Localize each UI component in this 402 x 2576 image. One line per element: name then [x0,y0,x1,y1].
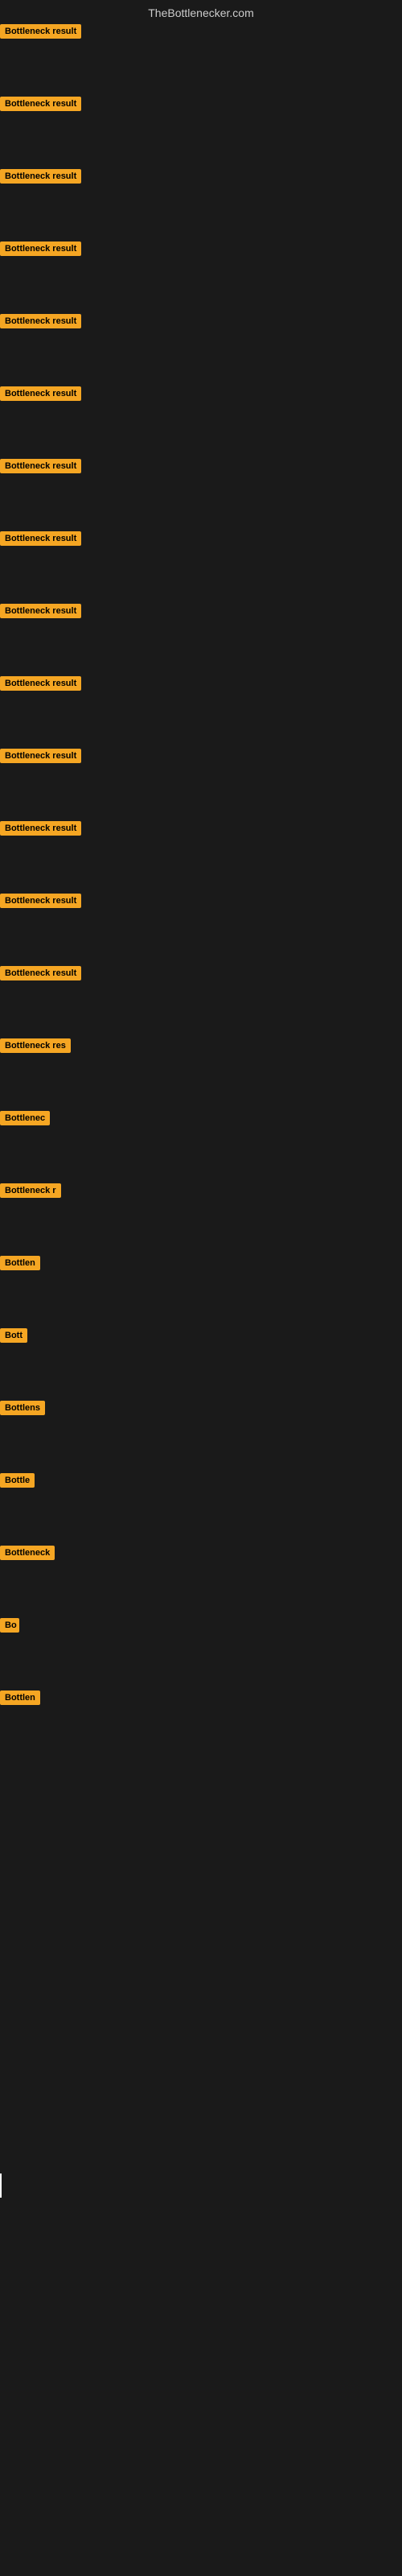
bottleneck-badge-12[interactable]: Bottleneck result [0,821,81,836]
site-title: TheBottlenecker.com [0,6,402,19]
bottleneck-badge-16[interactable]: Bottlenec [0,1111,50,1125]
bottleneck-badge-10[interactable]: Bottleneck result [0,676,81,691]
bottleneck-badge-11[interactable]: Bottleneck result [0,749,81,763]
bottleneck-badge-19[interactable]: Bott [0,1328,27,1343]
bottleneck-badge-8[interactable]: Bottleneck result [0,531,81,546]
bottleneck-badge-18[interactable]: Bottlen [0,1256,40,1270]
bottleneck-badge-13[interactable]: Bottleneck result [0,894,81,908]
cursor-line [0,2174,2,2198]
bottleneck-badge-2[interactable]: Bottleneck result [0,97,81,111]
bottleneck-badge-6[interactable]: Bottleneck result [0,386,81,401]
bottleneck-badge-9[interactable]: Bottleneck result [0,604,81,618]
bottleneck-badge-24[interactable]: Bottlen [0,1690,40,1705]
bottleneck-badge-1[interactable]: Bottleneck result [0,24,81,39]
bottleneck-badge-14[interactable]: Bottleneck result [0,966,81,980]
bottleneck-badge-17[interactable]: Bottleneck r [0,1183,61,1198]
bottleneck-badge-5[interactable]: Bottleneck result [0,314,81,328]
bottleneck-badge-21[interactable]: Bottle [0,1473,35,1488]
bottleneck-badge-20[interactable]: Bottlens [0,1401,45,1415]
bottleneck-badge-23[interactable]: Bo [0,1618,19,1633]
bottleneck-badge-4[interactable]: Bottleneck result [0,242,81,256]
bottleneck-badge-7[interactable]: Bottleneck result [0,459,81,473]
bottleneck-badge-22[interactable]: Bottleneck [0,1546,55,1560]
bottleneck-badge-15[interactable]: Bottleneck res [0,1038,71,1053]
bottleneck-badge-3[interactable]: Bottleneck result [0,169,81,184]
